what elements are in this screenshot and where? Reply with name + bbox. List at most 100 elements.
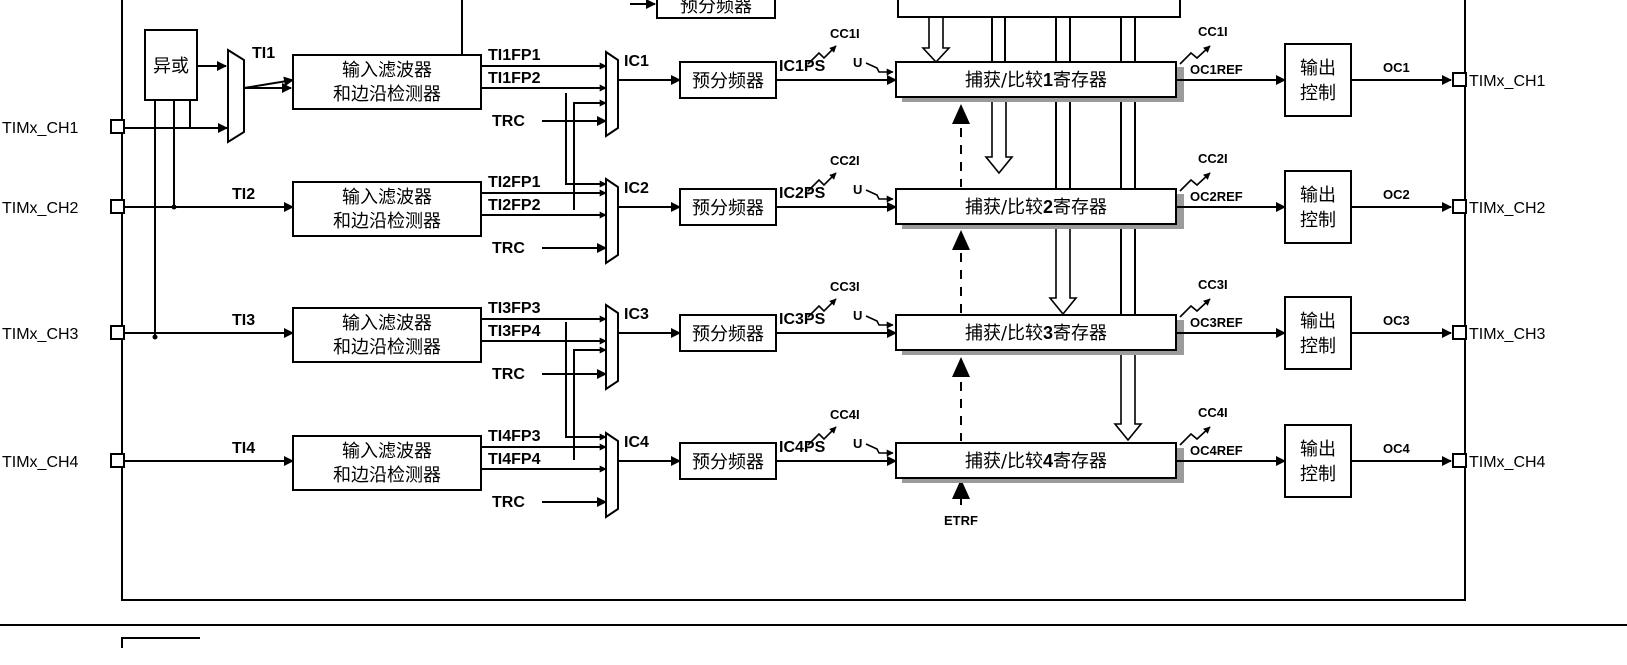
prescaler-label: 预分频器 xyxy=(692,71,764,92)
ocref-label: OC1REF xyxy=(1190,62,1243,77)
cci-label: CC3I xyxy=(830,279,860,294)
output-pin xyxy=(1452,199,1467,214)
icps-label: IC2PS xyxy=(779,185,826,202)
prescaler-label: 预分频器 xyxy=(692,452,764,473)
output-pin-label: TIMx_CH2 xyxy=(1469,200,1546,217)
input-pin-label: TIMx_CH4 xyxy=(2,454,79,471)
u-label: U xyxy=(853,436,862,451)
output-control-line1: 输出 xyxy=(1300,185,1336,206)
output-control-line2: 控制 xyxy=(1300,210,1336,231)
output-pin xyxy=(1452,453,1467,468)
u-label: U xyxy=(853,308,862,323)
fp-b-label: TI4FP4 xyxy=(488,451,541,468)
ti1-selector-mux xyxy=(227,48,245,144)
u-label: U xyxy=(853,55,862,70)
input-filter-line1: 输入滤波器 xyxy=(342,313,432,334)
fp-a-label: TI2FP1 xyxy=(488,174,541,191)
icps-label: IC1PS xyxy=(779,58,826,75)
bottom-partial-box xyxy=(121,637,200,648)
output-control-line1: 输出 xyxy=(1300,58,1336,79)
junction-dot xyxy=(152,334,158,340)
ic-mux xyxy=(605,50,619,138)
ic-mux xyxy=(605,431,619,519)
ic-label: IC1 xyxy=(624,53,649,70)
input-pin xyxy=(110,453,125,468)
trc-label: TRC xyxy=(492,240,525,257)
channel: TIMx_CH3 TI3 输入滤波器 和边沿检测器 TI3FP3 TI3FP4 … xyxy=(2,277,1546,391)
ti-label: TI1 xyxy=(252,45,275,62)
output-pin xyxy=(1452,72,1467,87)
ccr-label: 捕获/比较1寄存器 xyxy=(965,70,1107,91)
input-line xyxy=(243,76,294,89)
ti-label: TI2 xyxy=(232,186,255,203)
prescaler-label: 预分频器 xyxy=(692,198,764,219)
output-control-box xyxy=(1284,170,1352,244)
fp-b-label: TI3FP4 xyxy=(488,323,541,340)
input-filter-line2: 和边沿检测器 xyxy=(333,465,441,486)
input-filter-line2: 和边沿检测器 xyxy=(333,211,441,232)
top-prescaler-label: 预分频器 xyxy=(680,0,752,17)
ic-label: IC2 xyxy=(624,180,649,197)
output-control-line2: 控制 xyxy=(1300,336,1336,357)
icps-label: IC3PS xyxy=(779,311,826,328)
ocref-label: OC3REF xyxy=(1190,315,1243,330)
fp-a-label: TI4FP3 xyxy=(488,428,541,445)
cci-label: CC1I xyxy=(830,26,860,41)
ic-mux xyxy=(605,303,619,391)
channel: TIMx_CH4 TI4 输入滤波器 和边沿检测器 TI4FP3 TI4FP4 … xyxy=(2,405,1546,519)
cci-label: CC4I xyxy=(830,407,860,422)
oc-label: OC1 xyxy=(1383,60,1410,75)
ch1-extras xyxy=(124,83,607,460)
input-pin xyxy=(110,119,125,134)
input-pin xyxy=(110,325,125,340)
timer-capture-compare-diagram: 预分频器 异或 ETRF TIMx_CH1 TI1 输入滤波器 和边沿检测器 T… xyxy=(0,0,1627,648)
ti-label: TI3 xyxy=(232,312,255,329)
u-label: U xyxy=(853,182,862,197)
input-filter-line1: 输入滤波器 xyxy=(342,60,432,81)
input-filter-line2: 和边沿检测器 xyxy=(333,84,441,105)
ti-label: TI4 xyxy=(232,440,255,457)
ccr-label: 捕获/比较2寄存器 xyxy=(965,197,1107,218)
cci-out-label: CC3I xyxy=(1198,277,1228,292)
output-control-line1: 输出 xyxy=(1300,311,1336,332)
ccr-label: 捕获/比较3寄存器 xyxy=(965,323,1107,344)
ccr-label: 捕获/比较4寄存器 xyxy=(965,451,1107,472)
etrf-label: ETRF xyxy=(944,513,978,528)
output-pin xyxy=(1452,325,1467,340)
output-control-box xyxy=(1284,424,1352,498)
cci-out-label: CC4I xyxy=(1198,405,1228,420)
output-pin-label: TIMx_CH4 xyxy=(1469,454,1546,471)
input-filter-line1: 输入滤波器 xyxy=(342,441,432,462)
input-pin-label: TIMx_CH1 xyxy=(2,120,79,137)
top-counter-box xyxy=(897,0,1181,18)
cci-out-label: CC2I xyxy=(1198,151,1228,166)
output-pin-label: TIMx_CH1 xyxy=(1469,73,1546,90)
trc-label: TRC xyxy=(492,494,525,511)
ic-label: IC4 xyxy=(624,434,649,451)
ic-mux xyxy=(605,177,619,265)
fp-b-label: TI1FP2 xyxy=(488,70,541,87)
output-pin-label: TIMx_CH3 xyxy=(1469,326,1546,343)
output-control-line2: 控制 xyxy=(1300,83,1336,104)
trc-label: TRC xyxy=(492,113,525,130)
output-control-line2: 控制 xyxy=(1300,464,1336,485)
ic-label: IC3 xyxy=(624,306,649,323)
trc-label: TRC xyxy=(492,366,525,383)
output-control-box xyxy=(1284,296,1352,370)
oc-label: OC2 xyxy=(1383,187,1410,202)
cci-label: CC2I xyxy=(830,153,860,168)
fp-a-label: TI1FP1 xyxy=(488,47,541,64)
ocref-label: OC4REF xyxy=(1190,443,1243,458)
cci-out-label: CC1I xyxy=(1198,24,1228,39)
input-pin-label: TIMx_CH3 xyxy=(2,326,79,343)
input-filter-line1: 输入滤波器 xyxy=(342,187,432,208)
icps-label: IC4PS xyxy=(779,439,826,456)
channel: TIMx_CH2 TI2 输入滤波器 和边沿检测器 TI2FP1 TI2FP2 … xyxy=(2,151,1546,265)
input-pin-label: TIMx_CH2 xyxy=(2,200,79,217)
fp-a-label: TI3FP3 xyxy=(488,300,541,317)
ocref-label: OC2REF xyxy=(1190,189,1243,204)
output-control-box xyxy=(1284,43,1352,117)
oc-label: OC3 xyxy=(1383,313,1410,328)
input-pin xyxy=(110,199,125,214)
input-filter-line2: 和边沿检测器 xyxy=(333,337,441,358)
